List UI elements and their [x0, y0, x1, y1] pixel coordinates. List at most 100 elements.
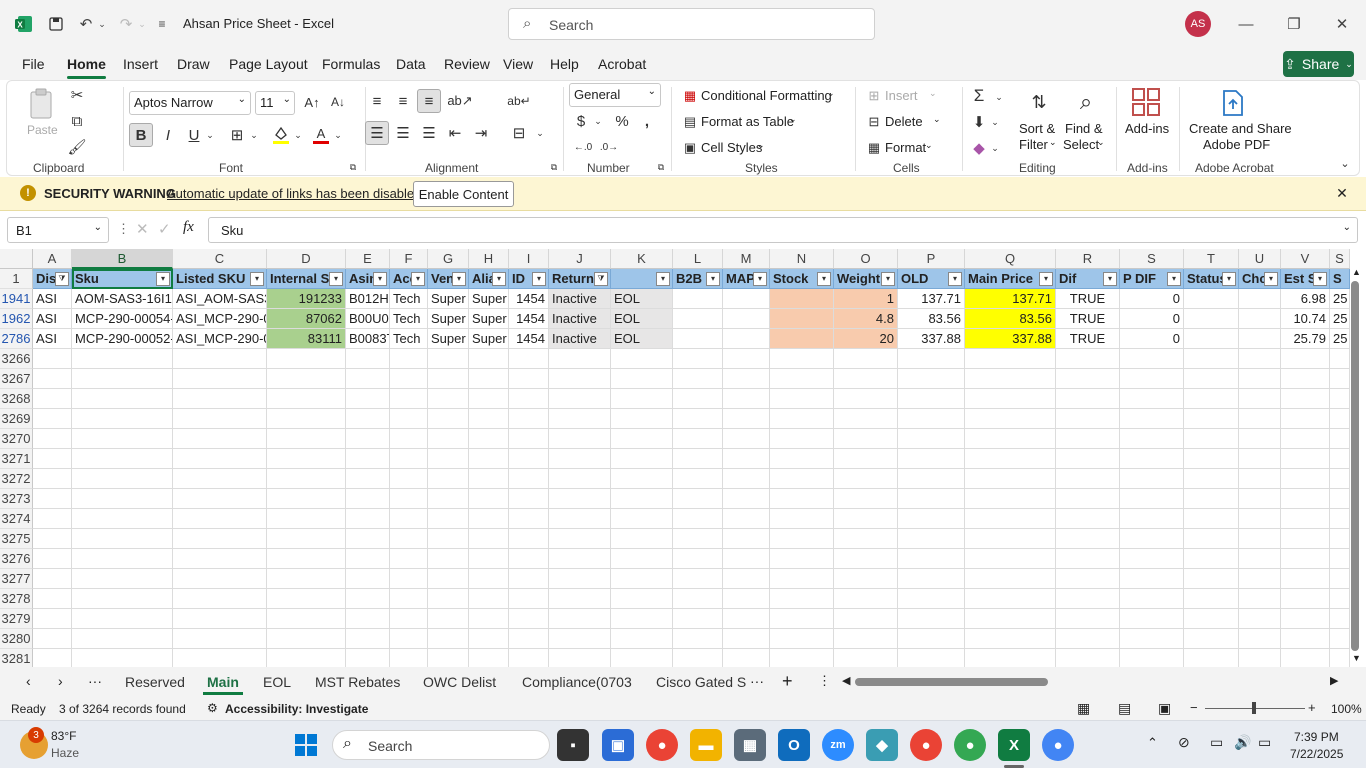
column-header-n[interactable]: N [770, 249, 834, 269]
conditional-formatting-dropdown-icon[interactable]: ⌄ [827, 88, 835, 99]
table-cell[interactable] [723, 289, 770, 309]
table-cell[interactable] [33, 369, 72, 389]
table-cell[interactable] [72, 589, 173, 609]
table-cell[interactable] [1120, 529, 1184, 549]
task-view-icon[interactable]: ▪ [557, 729, 589, 761]
table-cell[interactable] [611, 349, 673, 369]
table-cell[interactable] [509, 409, 549, 429]
accessibility-status[interactable]: Accessibility: Investigate [225, 702, 368, 716]
header-cell[interactable]: Alia ▾ [469, 269, 509, 289]
table-cell[interactable] [898, 469, 965, 489]
table-cell[interactable] [611, 469, 673, 489]
table-cell[interactable] [390, 589, 428, 609]
filter-dropdown-icon[interactable]: ▾ [250, 272, 264, 286]
table-cell[interactable] [673, 649, 723, 667]
table-cell[interactable] [1056, 469, 1120, 489]
row-header[interactable]: 2786 [0, 329, 33, 349]
decrease-indent-icon[interactable]: ⇤ [443, 121, 467, 145]
table-cell[interactable]: 191233 [267, 289, 346, 309]
table-cell[interactable]: 20 [834, 329, 898, 349]
create-pdf-icon[interactable] [1219, 87, 1247, 119]
table-cell[interactable]: Super [469, 329, 509, 349]
table-cell[interactable]: Super [469, 309, 509, 329]
column-header-d[interactable]: D [267, 249, 346, 269]
select-all-corner[interactable] [0, 249, 33, 269]
table-cell[interactable] [1239, 589, 1281, 609]
header-cell[interactable]: ▾ [611, 269, 673, 289]
table-cell[interactable] [173, 389, 267, 409]
sheet-tab-mst-rebates[interactable]: MST Rebates [315, 674, 400, 690]
table-cell[interactable] [1184, 589, 1239, 609]
table-cell[interactable] [390, 529, 428, 549]
table-cell[interactable] [469, 429, 509, 449]
table-cell[interactable] [834, 569, 898, 589]
table-cell[interactable] [1056, 509, 1120, 529]
table-cell[interactable] [72, 549, 173, 569]
table-cell[interactable] [723, 329, 770, 349]
table-cell[interactable] [33, 449, 72, 469]
security-warning-message[interactable]: Automatic update of links has been disab… [167, 186, 421, 201]
table-cell[interactable]: 0 [1120, 329, 1184, 349]
wrap-text-icon[interactable]: ab↵ [507, 89, 531, 113]
conditional-formatting-button[interactable]: Conditional Formatting [701, 88, 832, 103]
row-header[interactable]: 3266 [0, 349, 33, 369]
table-cell[interactable] [1120, 409, 1184, 429]
table-cell[interactable] [428, 449, 469, 469]
table-cell[interactable] [509, 349, 549, 369]
table-cell[interactable] [1056, 649, 1120, 667]
header-cell[interactable]: Sku ▾ [72, 269, 173, 289]
row-header[interactable]: 3274 [0, 509, 33, 529]
table-cell[interactable] [469, 569, 509, 589]
tab-review[interactable]: Review [444, 56, 490, 72]
table-cell[interactable] [834, 429, 898, 449]
align-center-icon[interactable]: ☰ [391, 121, 415, 145]
sheet-tab-cisco-gated[interactable]: Cisco Gated S [656, 674, 746, 690]
table-cell[interactable] [770, 429, 834, 449]
header-cell[interactable]: Dif ▾ [1056, 269, 1120, 289]
table-cell[interactable] [1184, 349, 1239, 369]
table-cell[interactable] [965, 369, 1056, 389]
table-cell[interactable]: 137.71 [898, 289, 965, 309]
undo-dropdown-icon[interactable]: ⌄ [96, 0, 108, 48]
sheet-tab-eol[interactable]: EOL [263, 674, 291, 690]
table-cell[interactable]: 25 [1330, 329, 1350, 349]
table-cell[interactable] [1239, 629, 1281, 649]
table-cell[interactable] [770, 369, 834, 389]
autosum-dropdown-icon[interactable]: ⌄ [993, 87, 1005, 107]
table-cell[interactable] [834, 589, 898, 609]
table-cell[interactable] [509, 569, 549, 589]
table-cell[interactable] [965, 529, 1056, 549]
table-cell[interactable] [346, 349, 390, 369]
table-cell[interactable] [770, 289, 834, 309]
table-cell[interactable] [1184, 429, 1239, 449]
table-cell[interactable] [673, 449, 723, 469]
font-color-icon[interactable]: A [311, 123, 331, 147]
table-cell[interactable] [469, 529, 509, 549]
fill-icon[interactable]: ⬇ [969, 111, 989, 133]
row-header[interactable]: 3269 [0, 409, 33, 429]
table-cell[interactable] [390, 389, 428, 409]
table-cell[interactable] [267, 369, 346, 389]
table-cell[interactable] [469, 369, 509, 389]
table-cell[interactable] [390, 489, 428, 509]
column-header-m[interactable]: M [723, 249, 770, 269]
table-cell[interactable]: Inactive [549, 309, 611, 329]
table-cell[interactable] [267, 349, 346, 369]
table-cell[interactable] [834, 409, 898, 429]
scroll-right-icon[interactable]: ▶ [1330, 674, 1338, 687]
number-dialog-launcher-icon[interactable]: ⧉ [655, 161, 667, 173]
table-cell[interactable] [1184, 469, 1239, 489]
table-cell[interactable] [834, 609, 898, 629]
table-cell[interactable] [611, 529, 673, 549]
cell-styles-dropdown-icon[interactable]: ⌄ [757, 140, 765, 151]
table-cell[interactable] [33, 549, 72, 569]
table-cell[interactable] [1056, 549, 1120, 569]
cancel-entry-icon[interactable]: ✕ [136, 220, 149, 238]
table-cell[interactable] [673, 389, 723, 409]
table-cell[interactable] [673, 409, 723, 429]
column-header-e[interactable]: E [346, 249, 390, 269]
column-header-t[interactable]: T [1184, 249, 1239, 269]
formula-bar-options-icon[interactable]: ⋮ [117, 221, 130, 237]
table-cell[interactable] [834, 349, 898, 369]
table-cell[interactable] [509, 529, 549, 549]
